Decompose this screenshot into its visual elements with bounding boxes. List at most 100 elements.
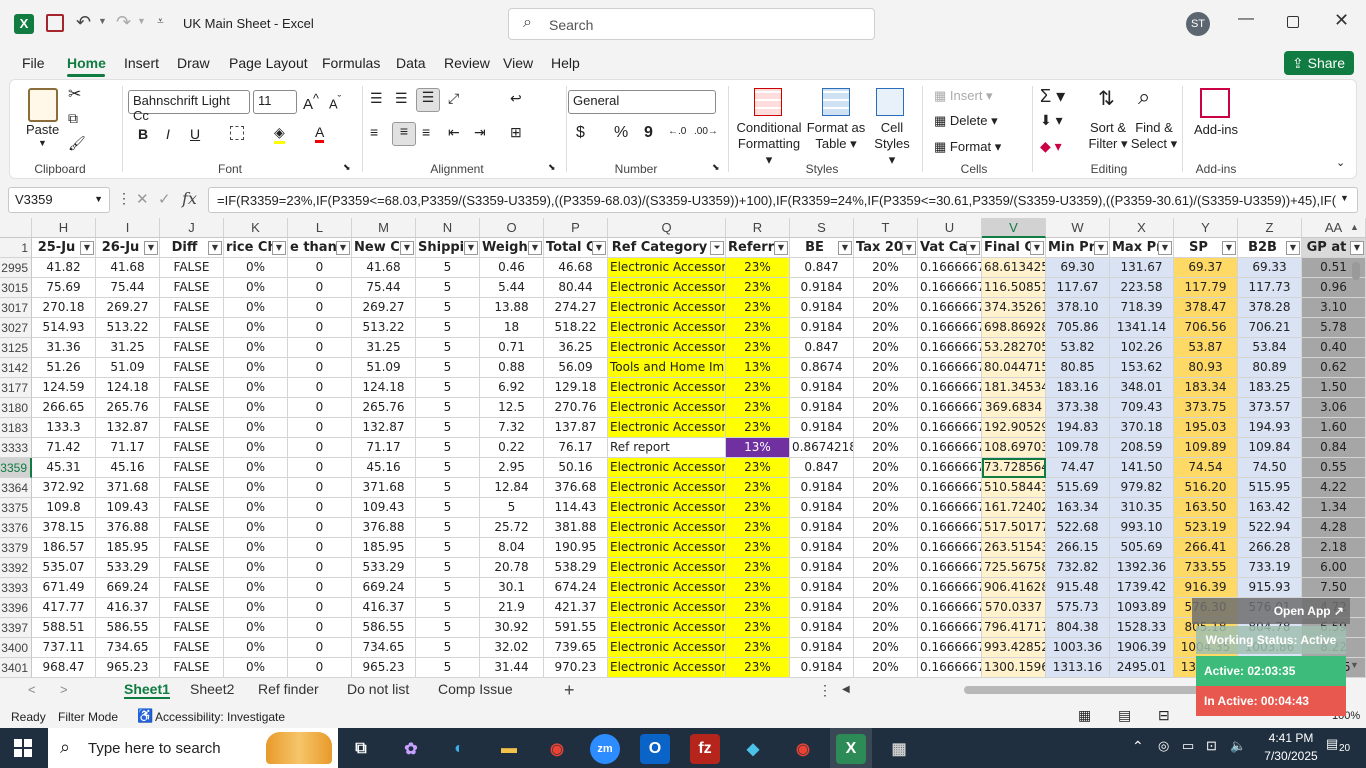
row-header[interactable]: 3397 [0,618,32,638]
table-cell-R[interactable]: 23% [726,538,790,558]
table-cell-S[interactable]: 0.9184 [790,418,854,438]
table-cell-Q[interactable]: Electronic Accessories [608,598,726,618]
orientation-icon[interactable]: ⤢ [448,90,459,107]
table-cell-M[interactable]: 371.68 [352,478,416,498]
table-cell-O[interactable]: 0.46 [480,258,544,278]
table-cell-J[interactable]: FALSE [160,418,224,438]
table-cell-R[interactable]: 23% [726,258,790,278]
table-cell-AA[interactable]: 4.28 [1302,518,1366,538]
minimize-button[interactable]: — [1238,10,1254,28]
filter-dropdown-icon[interactable]: ▼ [774,241,788,255]
filter-dropdown-icon[interactable]: ▼ [838,241,852,255]
scroll-up-icon[interactable]: ▲ [1350,222,1359,232]
table-cell-M[interactable]: 586.55 [352,618,416,638]
table-cell-Q[interactable]: Electronic Accessories [608,538,726,558]
table-cell-V[interactable]: 263.51543 [982,538,1046,558]
filter-dropdown-icon[interactable]: ▼ [1158,241,1172,255]
table-cell-V[interactable]: 374.35261 [982,298,1046,318]
table-cell-W[interactable]: 266.15 [1046,538,1110,558]
table-cell-Q[interactable]: Tools and Home Improve [608,358,726,378]
header-cell-O[interactable]: Weigh ▼ [480,238,544,258]
table-cell-S[interactable]: 0.9184 [790,378,854,398]
row-header[interactable]: 3017 [0,298,32,318]
table-cell-O[interactable]: 12.5 [480,398,544,418]
table-cell-I[interactable]: 513.22 [96,318,160,338]
table-cell-H[interactable]: 671.49 [32,578,96,598]
column-header-W[interactable]: W [1046,218,1110,238]
cut-icon[interactable]: ✂ [68,84,81,104]
table-cell-P[interactable]: 56.09 [544,358,608,378]
table-cell-S[interactable]: 0.9184 [790,398,854,418]
table-cell-K[interactable]: 0% [224,338,288,358]
table-cell-R[interactable]: 23% [726,658,790,678]
table-cell-O[interactable]: 30.92 [480,618,544,638]
column-header-M[interactable]: M [352,218,416,238]
column-header-Z[interactable]: Z [1238,218,1302,238]
table-cell-R[interactable]: 23% [726,278,790,298]
row-header[interactable]: 3142 [0,358,32,378]
table-cell-H[interactable]: 270.18 [32,298,96,318]
cancel-formula-icon[interactable]: ✕ [136,190,149,208]
table-cell-S[interactable]: 0.9184 [790,318,854,338]
redo-dropdown-icon[interactable]: ▼ [137,16,146,26]
cell-styles-icon[interactable] [876,88,904,116]
name-box[interactable]: V3359 ▼ [8,187,110,213]
table-cell-W[interactable]: 53.82 [1046,338,1110,358]
table-cell-L[interactable]: 0 [288,418,352,438]
increase-indent-icon[interactable]: ⇥ [474,124,486,141]
table-cell-V[interactable]: 181.34534 [982,378,1046,398]
table-cell-K[interactable]: 0% [224,318,288,338]
table-cell-K[interactable]: 0% [224,518,288,538]
currency-button[interactable]: $ [576,124,585,142]
clock-time[interactable]: 4:41 PM [1262,731,1320,745]
table-cell-Z[interactable]: 522.94 [1238,518,1302,538]
table-cell-Z[interactable]: 117.73 [1238,278,1302,298]
table-cell-P[interactable]: 76.17 [544,438,608,458]
table-cell-Z[interactable]: 74.50 [1238,458,1302,478]
table-cell-W[interactable]: 80.85 [1046,358,1110,378]
decrease-font-icon[interactable]: Aˇ [329,94,341,111]
table-cell-H[interactable]: 372.92 [32,478,96,498]
table-cell-R[interactable]: 23% [726,618,790,638]
table-cell-J[interactable]: FALSE [160,478,224,498]
table-cell-I[interactable]: 109.43 [96,498,160,518]
table-cell-J[interactable]: FALSE [160,638,224,658]
table-cell-T[interactable]: 20% [854,318,918,338]
row-header[interactable]: 3177 [0,378,32,398]
table-cell-M[interactable]: 75.44 [352,278,416,298]
table-cell-AA[interactable]: 3.10 [1302,298,1366,318]
table-cell-N[interactable]: 5 [416,438,480,458]
header-cell-Z[interactable]: B2B ▼ [1238,238,1302,258]
table-cell-M[interactable]: 132.87 [352,418,416,438]
table-cell-I[interactable]: 416.37 [96,598,160,618]
table-cell-X[interactable]: 348.01 [1110,378,1174,398]
table-cell-I[interactable]: 71.17 [96,438,160,458]
column-header-L[interactable]: L [288,218,352,238]
table-cell-Y[interactable]: 733.55 [1174,558,1238,578]
undo-dropdown-icon[interactable]: ▼ [98,16,107,26]
tab-formulas[interactable]: Formulas [322,55,380,71]
table-cell-V[interactable]: 510.58443 [982,478,1046,498]
table-cell-T[interactable]: 20% [854,498,918,518]
table-cell-X[interactable]: 979.82 [1110,478,1174,498]
table-cell-K[interactable]: 0% [224,558,288,578]
table-cell-H[interactable]: 31.36 [32,338,96,358]
table-cell-P[interactable]: 190.95 [544,538,608,558]
table-cell-V[interactable]: 80.044715 [982,358,1046,378]
table-cell-Y[interactable]: 109.89 [1174,438,1238,458]
table-cell-Q[interactable]: Electronic Accessories [608,578,726,598]
table-cell-P[interactable]: 80.44 [544,278,608,298]
table-cell-AA[interactable]: 0.62 [1302,358,1366,378]
filter-dropdown-icon[interactable]: ▼ [400,241,414,255]
font-size-dropdown[interactable]: 11 [253,90,297,114]
table-cell-K[interactable]: 0% [224,498,288,518]
table-cell-Q[interactable]: Electronic Accessories [608,638,726,658]
new-sheet-icon[interactable]: + [564,680,575,701]
table-cell-U[interactable]: 0.1666667 [918,658,982,678]
bold-button[interactable]: B [138,126,148,142]
prev-sheet-icon[interactable]: < [28,682,36,697]
table-cell-Z[interactable]: 378.28 [1238,298,1302,318]
table-cell-Z[interactable]: 915.93 [1238,578,1302,598]
table-cell-S[interactable]: 0.8674 [790,358,854,378]
table-cell-M[interactable]: 45.16 [352,458,416,478]
